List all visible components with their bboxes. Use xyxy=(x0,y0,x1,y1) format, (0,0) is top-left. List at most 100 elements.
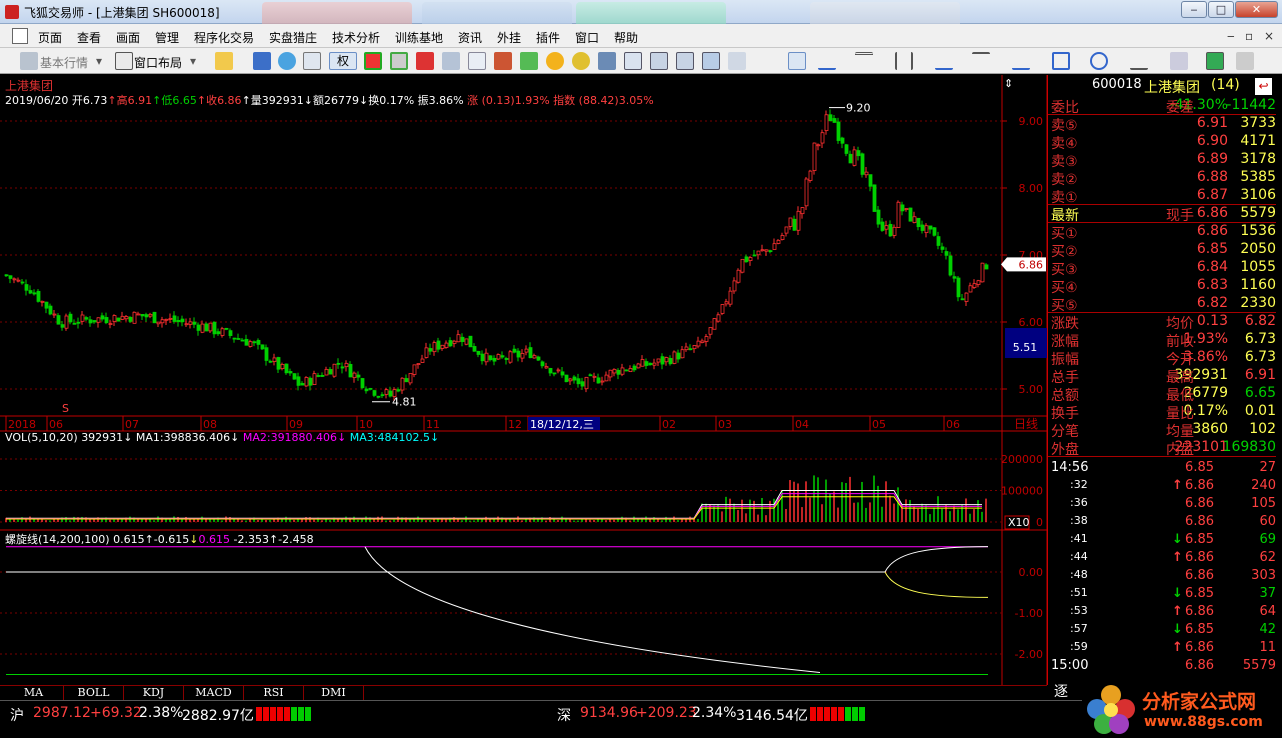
market-switch-icon[interactable]: ↩ xyxy=(1255,78,1272,95)
flower-logo-icon xyxy=(1087,685,1135,734)
close-button[interactable]: ✕ xyxy=(1235,1,1278,18)
split-chart-icon[interactable] xyxy=(702,52,720,70)
candle xyxy=(128,316,133,322)
detail-toggle[interactable]: 逐 xyxy=(1054,681,1068,701)
menu-item-window[interactable]: 窗口 xyxy=(575,29,599,46)
ellipse-tool-icon[interactable] xyxy=(1090,52,1108,70)
more-tool-icon[interactable] xyxy=(1236,52,1254,70)
grid-icon[interactable] xyxy=(390,52,408,70)
line-tool-icon[interactable] xyxy=(818,52,836,70)
indicator-tab[interactable]: BOLL xyxy=(64,686,124,700)
basic-quote-button[interactable]: 基本行情 xyxy=(40,54,88,71)
folder-icon[interactable] xyxy=(215,52,233,70)
chevron-down-icon[interactable]: ▾ xyxy=(96,54,102,68)
mdi-restore-icon[interactable]: ▫ xyxy=(1245,29,1253,43)
candle xyxy=(140,314,145,317)
background-tab[interactable] xyxy=(810,2,960,24)
menu-item-program-trading[interactable]: 程序化交易 xyxy=(194,29,254,46)
gann-tool-icon[interactable] xyxy=(935,52,953,70)
screen-icon[interactable] xyxy=(598,52,616,70)
candle xyxy=(652,362,657,366)
candle xyxy=(576,378,581,385)
candle xyxy=(588,374,593,377)
candle xyxy=(256,339,261,345)
chevron-down-icon[interactable]: ▾ xyxy=(190,54,196,68)
app-menu-icon[interactable] xyxy=(12,28,28,44)
candle xyxy=(524,348,529,353)
doc-icon[interactable] xyxy=(468,52,486,70)
menu-item-news[interactable]: 资讯 xyxy=(458,29,482,46)
line-chart-icon[interactable] xyxy=(676,52,694,70)
channel-tool-icon[interactable] xyxy=(972,52,990,70)
kline-icon[interactable] xyxy=(650,52,668,70)
chart-canvas[interactable]: 9.008.007.006.005.002018 06 07 08 09 10 11 12 18… xyxy=(0,75,1047,685)
minimize-button[interactable]: ‒ xyxy=(1181,1,1207,18)
mdi-minimize-icon[interactable]: ‒ xyxy=(1227,29,1235,43)
tick-volume: 64 xyxy=(1259,604,1276,619)
vol-axis-label: 0 xyxy=(1036,516,1043,529)
rights-adjust-button[interactable]: 权 xyxy=(329,52,357,70)
menu-item-plugin-ext[interactable]: 外挂 xyxy=(497,29,521,46)
rect-tool-icon[interactable] xyxy=(1052,52,1070,70)
candle xyxy=(692,345,697,350)
menu-item-help[interactable]: 帮助 xyxy=(614,29,638,46)
menu-item-view[interactable]: 查看 xyxy=(77,29,101,46)
tick-time: :36 xyxy=(1070,496,1088,509)
color-tool-icon[interactable] xyxy=(1206,52,1224,70)
buy-label: 买③ xyxy=(1051,262,1078,278)
arrow-up-icon: ↑ xyxy=(1172,478,1183,493)
list-icon[interactable] xyxy=(253,52,271,70)
menu-item-page[interactable]: 页面 xyxy=(38,29,62,46)
tick-time: 14:56 xyxy=(1051,460,1089,475)
candle xyxy=(892,226,897,236)
background-tab[interactable] xyxy=(262,2,412,24)
text-tool-icon[interactable] xyxy=(1130,52,1148,70)
candle xyxy=(356,374,361,378)
indicator-tab[interactable]: RSI xyxy=(244,686,304,700)
report-icon[interactable] xyxy=(416,52,434,70)
menu-item-screen[interactable]: 画面 xyxy=(116,29,140,46)
stop-icon[interactable] xyxy=(364,52,382,70)
crosshair-icon[interactable] xyxy=(278,52,296,70)
candle xyxy=(932,227,937,236)
parallel-tool-icon[interactable] xyxy=(1012,52,1030,70)
buy-volume: 2330 xyxy=(1240,295,1276,311)
copy-tool-icon[interactable] xyxy=(1170,52,1188,70)
copy-icon[interactable] xyxy=(442,52,460,70)
stack-icon[interactable] xyxy=(520,52,538,70)
menu-item-hunt[interactable]: 实盘猎庄 xyxy=(269,29,317,46)
indicator-tab[interactable]: MACD xyxy=(184,686,244,700)
candle xyxy=(252,341,257,344)
sell-row: 卖② 6.88 5385 xyxy=(1048,169,1276,188)
stat-value: 0.13 xyxy=(1196,313,1228,329)
warning-icon[interactable] xyxy=(546,52,564,70)
menu-item-manage[interactable]: 管理 xyxy=(155,29,179,46)
indicator-tab[interactable]: DMI xyxy=(304,686,364,700)
table-icon[interactable] xyxy=(624,52,642,70)
maximize-button[interactable]: □ xyxy=(1208,1,1234,18)
draw-select-icon[interactable] xyxy=(788,52,806,70)
indicator-tab[interactable]: MA xyxy=(4,686,64,700)
background-tab[interactable] xyxy=(422,2,572,24)
tick-price: 6.86 xyxy=(1185,640,1214,655)
background-tab[interactable] xyxy=(576,2,726,24)
window-layout-button[interactable]: 窗口布局 xyxy=(134,54,182,71)
sell-row: 卖③ 6.89 3178 xyxy=(1048,151,1276,170)
period-tool-icon[interactable] xyxy=(895,52,913,70)
indicator-tab[interactable]: KDJ xyxy=(124,686,184,700)
menu-item-tech-analysis[interactable]: 技术分析 xyxy=(332,29,380,46)
window-icon[interactable] xyxy=(303,52,321,70)
print-icon[interactable] xyxy=(728,52,746,70)
menu-item-plugins[interactable]: 插件 xyxy=(536,29,560,46)
gear-icon[interactable] xyxy=(572,52,590,70)
weibi-row: 委比 -41.30% 委差 -11442 xyxy=(1048,97,1276,116)
tick-row: :41 6.85 ↓ 69 xyxy=(1048,532,1276,550)
mdi-close-icon[interactable]: × xyxy=(1264,29,1274,43)
candle xyxy=(84,317,89,320)
chart-doc-icon[interactable] xyxy=(494,52,512,70)
chart-area[interactable]: 9.00 8.00 7.00 6.00 5.00 2018 06 07 08 09 10 11 12 18… xyxy=(0,75,1047,685)
candle xyxy=(336,362,341,365)
candle xyxy=(792,218,797,231)
fib-tool-icon[interactable] xyxy=(855,52,873,70)
menu-item-training[interactable]: 训练基地 xyxy=(395,29,443,46)
